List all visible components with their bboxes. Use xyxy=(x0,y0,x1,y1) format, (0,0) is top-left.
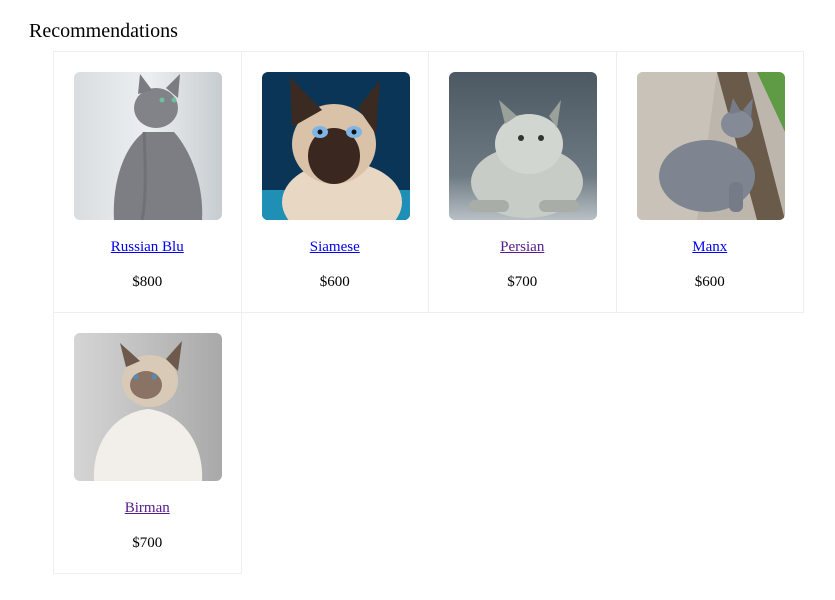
product-card-manx: Manx $600 xyxy=(615,51,804,313)
page-title: Recommendations xyxy=(29,20,178,42)
russian-blue-cat-photo[interactable] xyxy=(74,72,222,220)
product-link-siamese[interactable]: Siamese xyxy=(242,238,429,256)
cat-image-icon xyxy=(74,333,222,481)
birman-cat-photo[interactable] xyxy=(74,333,222,481)
product-grid: Russian Blu $800 Siamese $600 Persian $7… xyxy=(53,51,804,574)
product-card-persian: Persian $700 xyxy=(428,51,617,313)
manx-cat-photo[interactable] xyxy=(636,72,785,220)
cat-image-icon xyxy=(261,72,410,220)
product-link-birman[interactable]: Birman xyxy=(54,499,241,517)
product-link-manx[interactable]: Manx xyxy=(617,238,804,256)
product-price: $700 xyxy=(132,535,163,551)
product-price: $800 xyxy=(132,274,163,290)
persian-cat-photo[interactable] xyxy=(449,72,597,220)
cat-image-icon xyxy=(636,72,785,220)
siamese-cat-photo[interactable] xyxy=(261,72,410,220)
product-price: $600 xyxy=(319,274,350,290)
cat-image-icon xyxy=(74,72,222,220)
cat-image-icon xyxy=(449,72,597,220)
product-price: $600 xyxy=(694,274,725,290)
product-card-birman: Birman $700 xyxy=(53,312,242,574)
product-card-russian-blue: Russian Blu $800 xyxy=(53,51,242,313)
product-link-russian-blue[interactable]: Russian Blu xyxy=(54,238,241,256)
product-price: $700 xyxy=(507,274,538,290)
product-link-persian[interactable]: Persian xyxy=(429,238,616,256)
product-card-siamese: Siamese $600 xyxy=(240,51,429,313)
